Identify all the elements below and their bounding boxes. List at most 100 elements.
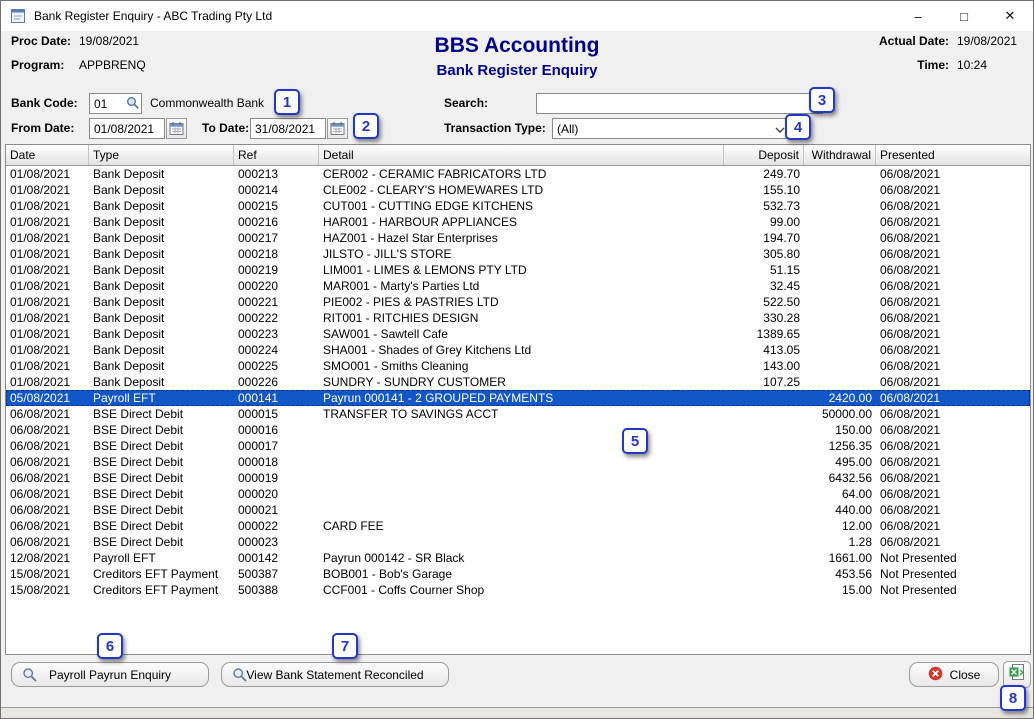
table-row[interactable]: 06/08/2021BSE Direct Debit000016150.0006… [6,422,1030,438]
table-cell: CARD FEE [319,518,724,534]
table-row[interactable]: 06/08/2021BSE Direct Debit000022CARD FEE… [6,518,1030,534]
table-cell: 15/08/2021 [6,566,89,582]
table-row[interactable]: 01/08/2021Bank Deposit000223SAW001 - Saw… [6,326,1030,342]
table-row[interactable]: 01/08/2021Bank Deposit000217HAZ001 - Haz… [6,230,1030,246]
table-cell: 32.45 [724,278,804,294]
close-button[interactable]: Close [909,662,999,687]
table-cell: 01/08/2021 [6,198,89,214]
column-header-date[interactable]: Date [6,145,89,165]
table-cell: 12.00 [804,518,876,534]
column-header-deposit[interactable]: Deposit [724,145,804,165]
table-cell: 06/08/2021 [876,326,1030,342]
table-cell [804,278,876,294]
maximize-icon[interactable]: □ [941,1,987,31]
transaction-type-value: (All) [557,122,578,136]
table-cell: 06/08/2021 [876,278,1030,294]
table-cell: 000218 [234,246,319,262]
table-cell: 249.70 [724,166,804,182]
search-field-wrap [536,93,823,114]
payroll-payrun-enquiry-button[interactable]: Payroll Payrun Enquiry [11,662,209,687]
export-excel-button[interactable] [1003,661,1031,688]
table-cell: 50000.00 [804,406,876,422]
table-row[interactable]: 01/08/2021Bank Deposit000214CLE002 - CLE… [6,182,1030,198]
table-row[interactable]: 06/08/2021BSE Direct Debit0000231.2806/0… [6,534,1030,550]
table-row[interactable]: 12/08/2021Payroll EFT000142Payrun 000142… [6,550,1030,566]
table-row[interactable]: 01/08/2021Bank Deposit000222RIT001 - RIT… [6,310,1030,326]
column-header-withdrawal[interactable]: Withdrawal [804,145,876,165]
table-cell: 000020 [234,486,319,502]
table-row[interactable]: 01/08/2021Bank Deposit000226SUNDRY - SUN… [6,374,1030,390]
table-cell [319,486,724,502]
table-cell: 15/08/2021 [6,582,89,598]
view-bank-statement-reconciled-button[interactable]: View Bank Statement Reconciled [221,662,449,687]
table-cell: SUNDRY - SUNDRY CUSTOMER [319,374,724,390]
table-cell: Bank Deposit [89,230,234,246]
table-row[interactable]: 06/08/2021BSE Direct Debit000018495.0006… [6,454,1030,470]
table-cell: 150.00 [804,422,876,438]
to-date-input[interactable] [250,118,326,139]
table-row[interactable]: 01/08/2021Bank Deposit000225SMO001 - Smi… [6,358,1030,374]
to-date-calendar-icon[interactable] [327,118,348,139]
close-icon[interactable]: ✕ [987,1,1033,31]
table-row[interactable]: 15/08/2021Creditors EFT Payment500388CCF… [6,582,1030,598]
transaction-type-select[interactable]: (All) [552,118,792,139]
table-row[interactable]: 01/08/2021Bank Deposit000216HAR001 - HAR… [6,214,1030,230]
table-cell: 06/08/2021 [6,486,89,502]
table-row-selected[interactable]: 05/08/2021Payroll EFT000141Payrun 000141… [6,390,1030,406]
table-cell: 06/08/2021 [876,342,1030,358]
table-cell: TRANSFER TO SAVINGS ACCT [319,406,724,422]
table-cell: LIM001 - LIMES & LEMONS PTY LTD [319,262,724,278]
time-label: Time: [879,58,949,72]
table-row[interactable]: 06/08/2021BSE Direct Debit000021440.0006… [6,502,1030,518]
table-cell: Bank Deposit [89,214,234,230]
table-row[interactable]: 01/08/2021Bank Deposit000213CER002 - CER… [6,166,1030,182]
search-input[interactable] [536,93,823,114]
table-row[interactable]: 15/08/2021Creditors EFT Payment500387BOB… [6,566,1030,582]
table-cell: 107.25 [724,374,804,390]
table-cell: Payroll EFT [89,390,234,406]
table-cell: HAR001 - HARBOUR APPLIANCES [319,214,724,230]
table-cell: 000018 [234,454,319,470]
from-date-calendar-icon[interactable] [166,118,187,139]
table-row[interactable]: 01/08/2021Bank Deposit000215CUT001 - CUT… [6,198,1030,214]
table-cell: Bank Deposit [89,294,234,310]
table-row[interactable]: 06/08/2021BSE Direct Debit000015TRANSFER… [6,406,1030,422]
table-cell: 000019 [234,470,319,486]
table-row[interactable]: 06/08/2021BSE Direct Debit00002064.0006/… [6,486,1030,502]
column-header-type[interactable]: Type [89,145,234,165]
table-cell: 01/08/2021 [6,230,89,246]
table-row[interactable]: 01/08/2021Bank Deposit000220MAR001 - Mar… [6,278,1030,294]
table-cell [724,406,804,422]
table-row[interactable]: 01/08/2021Bank Deposit000221PIE002 - PIE… [6,294,1030,310]
table-row[interactable]: 01/08/2021Bank Deposit000224SHA001 - Sha… [6,342,1030,358]
to-date-label: To Date: [202,121,249,135]
table-row[interactable]: 01/08/2021Bank Deposit000219LIM001 - LIM… [6,262,1030,278]
table-cell: Bank Deposit [89,358,234,374]
from-date-input[interactable] [89,118,165,139]
table-cell [724,582,804,598]
table-cell [724,566,804,582]
table-cell: 64.00 [804,486,876,502]
column-header-presented[interactable]: Presented [876,145,1030,165]
bank-lookup-icon[interactable] [126,96,140,115]
table-cell: 155.10 [724,182,804,198]
table-header-row: Date Type Ref Detail Deposit Withdrawal … [6,145,1030,166]
minimize-icon[interactable]: – [895,1,941,31]
table-cell [724,550,804,566]
table-row[interactable]: 06/08/2021BSE Direct Debit0000196432.560… [6,470,1030,486]
table-cell: HAZ001 - Hazel Star Enterprises [319,230,724,246]
table-cell [319,422,724,438]
table-cell: 06/08/2021 [876,262,1030,278]
table-cell: BSE Direct Debit [89,518,234,534]
header-right: Actual Date: 19/08/2021 Time: 10:24 [879,34,1023,72]
table-row[interactable]: 01/08/2021Bank Deposit000218JILSTO - JIL… [6,246,1030,262]
table-cell: 330.28 [724,310,804,326]
table-row[interactable]: 06/08/2021BSE Direct Debit0000171256.350… [6,438,1030,454]
table-cell: 06/08/2021 [876,310,1030,326]
column-header-detail[interactable]: Detail [319,145,724,165]
column-header-ref[interactable]: Ref [234,145,319,165]
window-controls: – □ ✕ [895,1,1033,31]
table-cell: BSE Direct Debit [89,486,234,502]
table-cell: 06/08/2021 [876,198,1030,214]
table-cell: 06/08/2021 [6,406,89,422]
